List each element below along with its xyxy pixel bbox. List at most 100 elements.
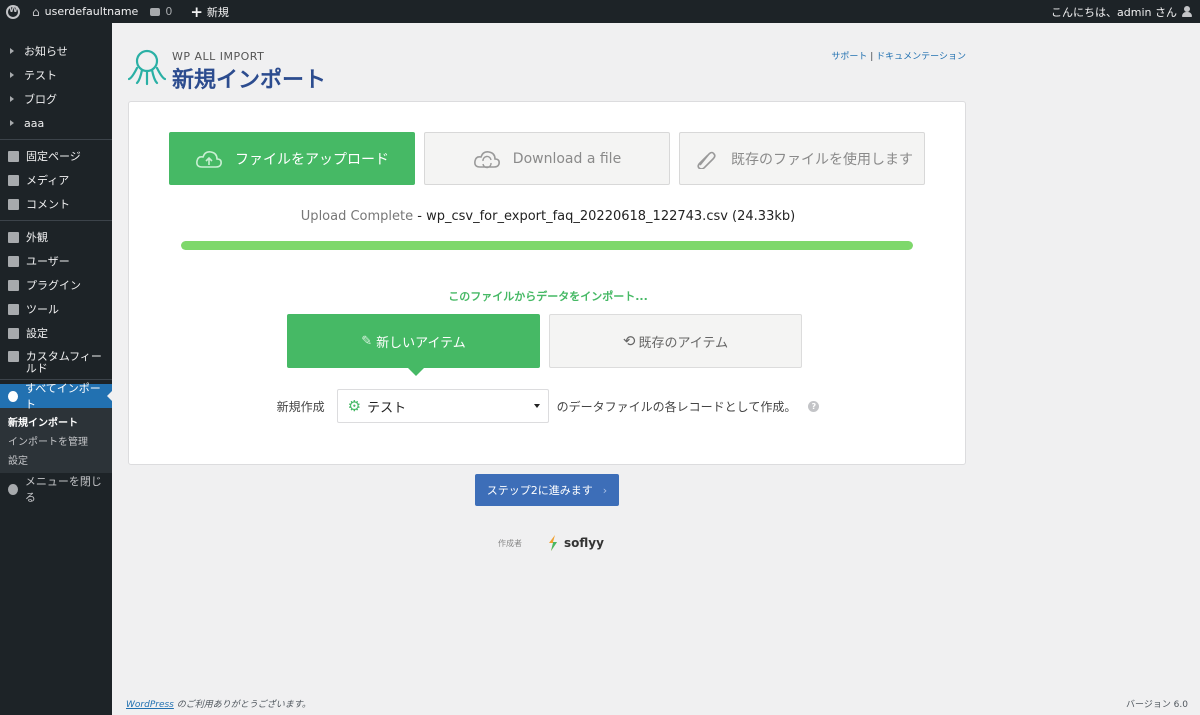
documentation-link[interactable]: ドキュメンテーション [876, 52, 966, 62]
footer-thanks-text: のご利用ありがとうございます。 [173, 700, 311, 710]
pages-icon [8, 150, 19, 162]
submenu-new-import[interactable]: 新規インポート [0, 412, 112, 431]
wrench-icon [8, 303, 19, 315]
upload-progress-fill [181, 241, 913, 250]
sidebar-item-label: すべてインポート [25, 382, 101, 411]
upload-status: Upload Complete - wp_csv_for_export_faq_… [129, 209, 967, 224]
next-step-button[interactable]: ステップ2に進みます › [475, 474, 619, 506]
comments-menu[interactable]: 0 [144, 0, 184, 23]
collapse-icon [8, 483, 18, 495]
new-content-menu[interactable]: + 新規 [184, 0, 235, 23]
footer-version: バージョン 6.0 [1126, 700, 1188, 710]
existing-items-label: 既存のアイテム [638, 335, 729, 351]
sidebar-item-label: aaa [24, 116, 45, 130]
comment-count: 0 [165, 5, 173, 18]
my-account-menu[interactable]: こんにちは、admin さん [1045, 0, 1200, 23]
sidebar-item-test[interactable]: テスト [0, 63, 112, 87]
upload-file-label: ファイルをアップロード [235, 151, 389, 168]
sidebar-item-label: プラグイン [26, 279, 81, 292]
sidebar-item-media[interactable]: メディア [0, 168, 112, 192]
import-panel: ファイルをアップロード Download a file 既存のファイルを使用しま… [128, 101, 966, 465]
comment-icon [150, 7, 161, 16]
sidebar-item-custom-fields[interactable]: カスタムフィールド [0, 345, 112, 375]
next-step-label: ステップ2に進みます [486, 484, 593, 497]
create-prefix: 新規作成 [276, 399, 325, 414]
sidebar-item-pages[interactable]: 固定ページ [0, 144, 112, 168]
sidebar-item-label: カスタムフィールド [25, 350, 102, 375]
new-items-label: 新しいアイテム [376, 335, 466, 351]
footer-thanks: WordPress のご利用ありがとうございます。 [126, 697, 311, 710]
sidebar-item-all-import[interactable]: すべてインポート [0, 382, 112, 411]
help-links: サポート | ドキュメンテーション [831, 49, 966, 62]
sidebar-item-label: 設定 [26, 327, 48, 340]
wordpress-icon [6, 4, 20, 19]
post-type-selected: テスト [367, 400, 407, 416]
sidebar-item-label: 外観 [26, 231, 48, 244]
new-items-button[interactable]: ✎ 新しいアイテム [287, 314, 540, 376]
admin-bar: ⌂ userdefaultname 0 + 新規 こんにちは、admin さん [0, 0, 1200, 23]
submenu-settings[interactable]: 設定 [0, 450, 112, 469]
plus-icon: + [190, 2, 203, 21]
post-type-select[interactable]: ⚙ テスト [336, 389, 549, 423]
sidebar-item-users[interactable]: ユーザー [0, 249, 112, 273]
download-file-label: Download a file [512, 150, 622, 167]
help-icon[interactable]: ? [808, 400, 820, 412]
menu-separator [0, 220, 112, 221]
wp-logo-menu[interactable] [0, 0, 26, 23]
caret-right-icon [10, 120, 14, 126]
settings-icon [8, 327, 19, 339]
site-name: userdefaultname [44, 5, 139, 18]
comment-icon [8, 198, 19, 210]
cloud-upload-icon [196, 150, 222, 168]
sidebar-item-appearance[interactable]: 外観 [0, 225, 112, 249]
site-name-menu[interactable]: ⌂ userdefaultname [26, 0, 144, 23]
octopus-logo-icon [128, 49, 166, 86]
sidebar-item-tools[interactable]: ツール [0, 297, 112, 321]
sidebar-item-label: コメント [26, 198, 70, 211]
create-suffix: のデータファイルの各レコードとして作成。 [556, 399, 797, 414]
sidebar-item-comments[interactable]: コメント [0, 192, 112, 216]
brush-icon [8, 231, 19, 243]
sidebar-item-plugins[interactable]: プラグイン [0, 273, 112, 297]
greeting: こんにちは、admin さん [1051, 5, 1177, 19]
sidebar-item-settings[interactable]: 設定 [0, 321, 112, 345]
wordpress-link[interactable]: WordPress [126, 700, 174, 710]
upload-file-button[interactable]: ファイルをアップロード [169, 132, 415, 185]
soflyy-brand[interactable]: soflyy [564, 536, 604, 550]
sidebar-item-label: テスト [24, 69, 57, 82]
plugins-icon [8, 279, 19, 291]
dropdown-arrow-icon [533, 404, 540, 408]
chevron-right-icon: › [602, 483, 608, 497]
caret-right-icon [10, 96, 14, 102]
import-type-prompt: このファイルからデータをインポート... [448, 290, 648, 303]
collapse-menu-label: メニューを閉じる [24, 475, 102, 504]
page-title: 新規インポート [172, 68, 327, 93]
create-as-row: 新規作成 ⚙ テスト のデータファイルの各レコードとして作成。 ? [129, 389, 967, 423]
sidebar-item-label: お知らせ [24, 45, 68, 58]
menu-separator [0, 139, 112, 140]
sidebar-item-label: 固定ページ [26, 150, 81, 163]
media-icon [8, 174, 19, 186]
admin-sidebar: お知らせ テスト ブログ aaa 固定ページ メディア コメント 外観 ユーザー… [0, 23, 112, 715]
history-icon: ⟲ [622, 332, 636, 350]
sidebar-item-notice[interactable]: お知らせ [0, 39, 112, 63]
cloud-sync-icon [473, 150, 500, 168]
users-icon [8, 255, 19, 267]
use-existing-file-label: 既存のファイルを使用します [731, 151, 913, 168]
existing-items-button[interactable]: ⟲ 既存のアイテム [549, 314, 802, 368]
page-header: WP ALL IMPORT 新規インポート サポート | ドキュメンテーション [128, 44, 966, 96]
use-existing-file-button[interactable]: 既存のファイルを使用します [679, 132, 925, 185]
gear-icon: ⚙ [347, 397, 362, 415]
uploaded-filename: wp_csv_for_export_faq_20220618_122743.cs… [426, 209, 796, 224]
sidebar-item-aaa[interactable]: aaa [0, 111, 112, 135]
support-link[interactable]: サポート [831, 52, 867, 62]
caret-right-icon [10, 72, 14, 78]
collapse-menu-button[interactable]: メニューを閉じる [0, 475, 112, 504]
sidebar-item-label: ユーザー [26, 255, 70, 268]
link-separator: | [867, 52, 877, 62]
upload-separator: - [413, 209, 427, 224]
sidebar-item-blog[interactable]: ブログ [0, 87, 112, 111]
upload-status-text: Upload Complete [300, 209, 414, 224]
download-file-button[interactable]: Download a file [424, 132, 670, 185]
submenu-manage-imports[interactable]: インポートを管理 [0, 431, 112, 450]
